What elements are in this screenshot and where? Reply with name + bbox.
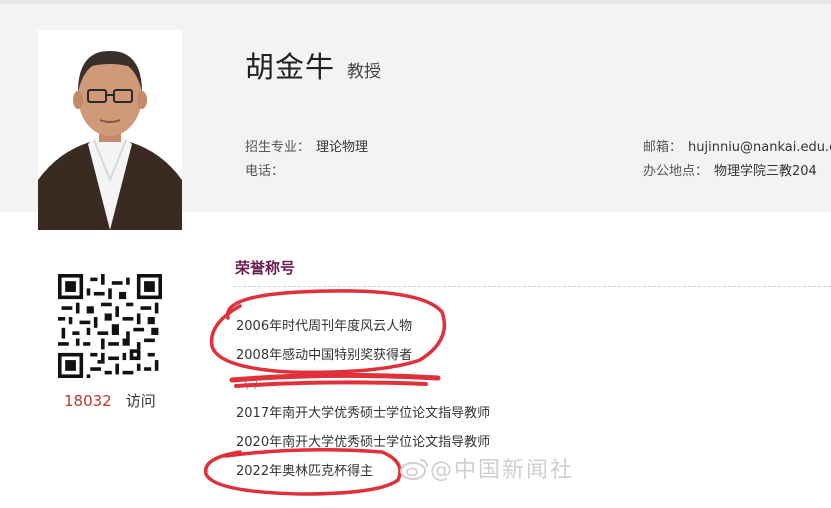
watermark-text: @中国新闻社 — [430, 458, 575, 483]
major-info: 招生专业： 理论物理 — [245, 136, 368, 155]
weibo-icon — [400, 459, 428, 480]
major-label: 招生专业： — [245, 140, 311, 155]
visit-counter: 18032 访问 — [64, 390, 156, 411]
qr-code — [58, 274, 162, 378]
major-value: 理论物理 — [316, 140, 369, 155]
honor-item: 2008年感动中国特别奖获得者 — [236, 348, 413, 363]
honors-section-title: 荣誉称号 — [235, 259, 296, 277]
office-info: 办公地点： 物理学院三教204 — [643, 160, 817, 179]
email-info: 邮箱： hujinniu@nankai.edu.cn — [643, 136, 831, 155]
office-value: 物理学院三教204 — [714, 164, 817, 179]
watermark: @中国新闻社 — [400, 452, 574, 484]
visit-label: 访问 — [125, 392, 156, 410]
office-label: 办公地点： — [643, 164, 709, 179]
honor-item: 2017年南开大学优秀硕士学位论文指导教师 — [236, 406, 491, 421]
phone-info: 电话： — [245, 160, 290, 179]
email-label: 邮箱： — [643, 140, 683, 155]
honor-item: 2006年时代周刊年度风云人物 — [236, 319, 413, 334]
email-link[interactable]: hujinniu@nankai.edu.cn — [688, 140, 831, 155]
section-divider — [233, 286, 831, 287]
visit-count: 18032 — [64, 392, 112, 410]
profile-photo — [38, 30, 182, 230]
phone-label: 电话： — [245, 164, 285, 179]
profile-name-row: 胡金牛 教授 — [245, 44, 381, 86]
professor-name: 胡金牛 — [245, 50, 336, 84]
professor-title: 教授 — [347, 62, 382, 82]
honor-item-obscured: （ ） — [236, 377, 267, 392]
